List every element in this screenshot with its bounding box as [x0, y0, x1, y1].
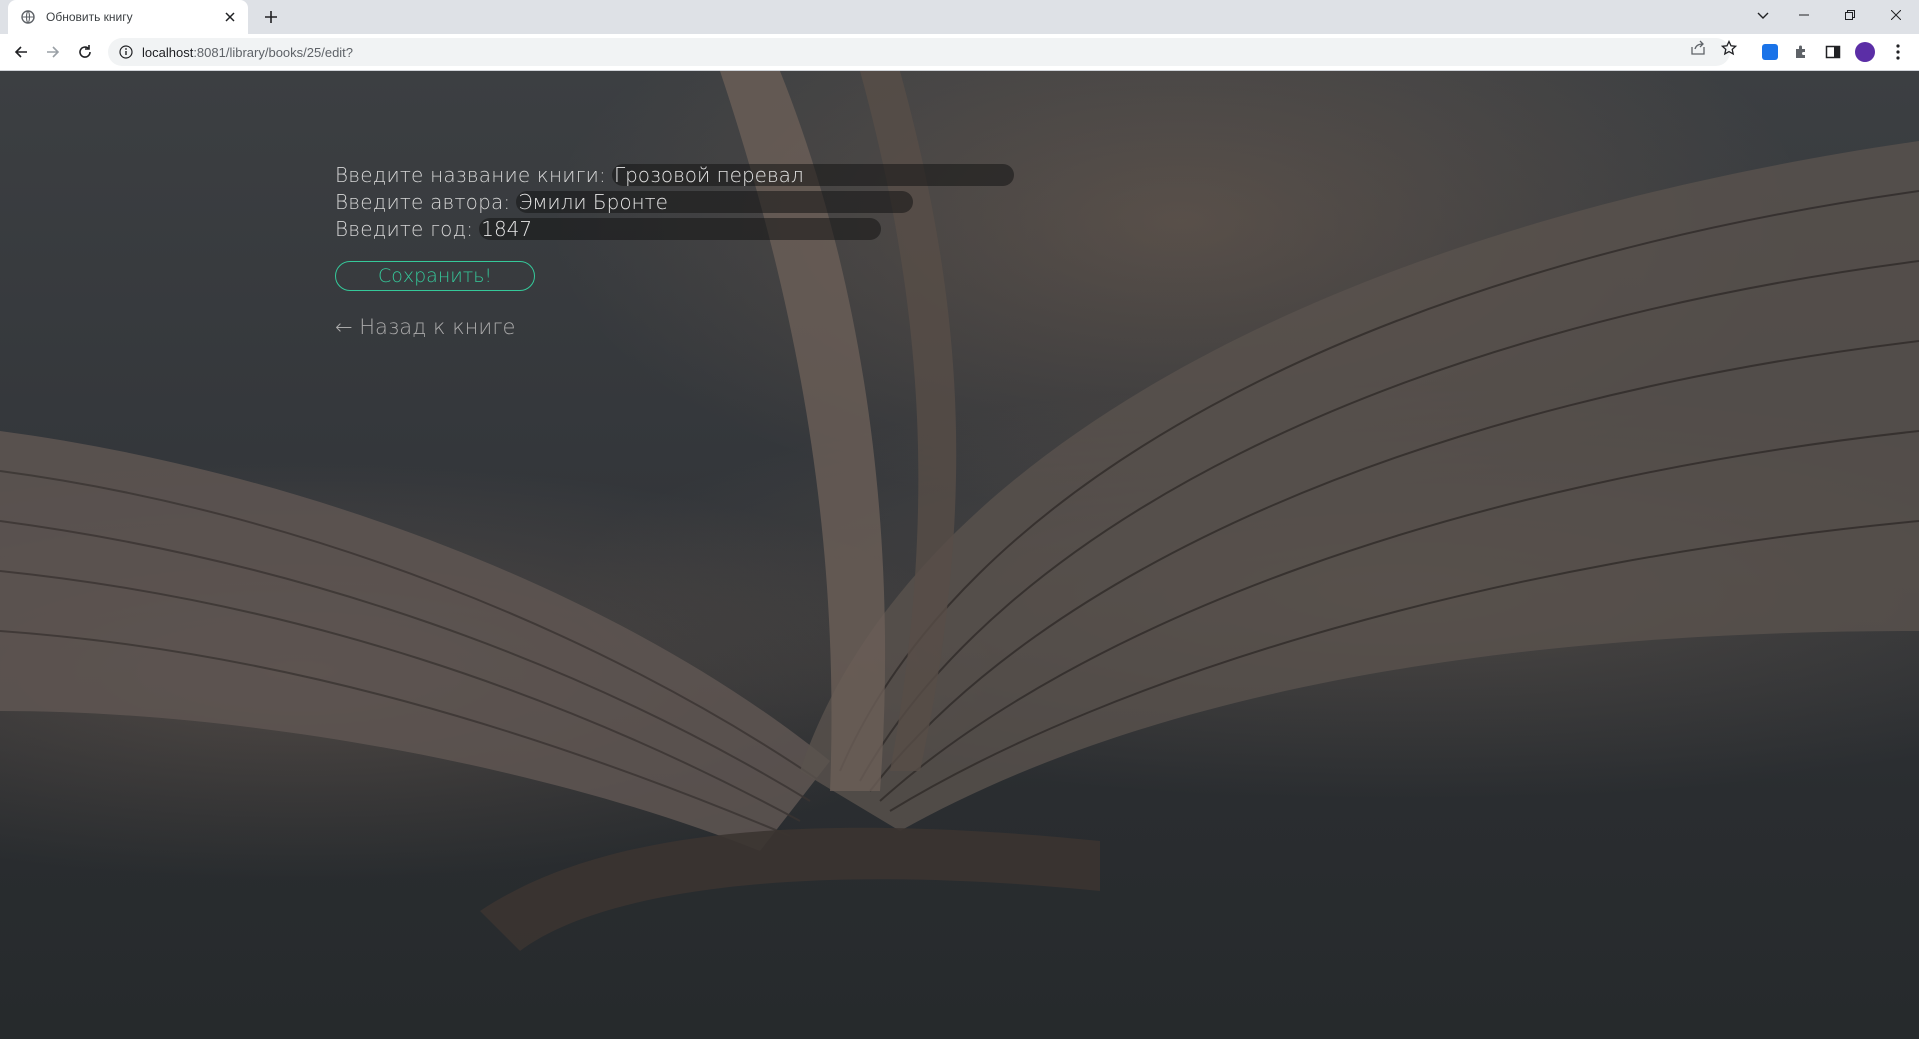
save-button[interactable]: Сохранить!	[335, 261, 535, 291]
edit-book-form: Введите название книги: Введите автора: …	[335, 161, 1014, 339]
site-info-icon[interactable]	[118, 44, 134, 60]
author-row: Введите автора:	[335, 188, 1014, 215]
year-label: Введите год:	[335, 216, 474, 241]
browser-tab[interactable]: Обновить книгу	[8, 0, 248, 34]
author-input[interactable]	[516, 190, 914, 213]
browser-toolbar: localhost:8081/library/books/25/edit?	[0, 34, 1919, 71]
address-bar[interactable]: localhost:8081/library/books/25/edit?	[108, 38, 1730, 66]
share-icon[interactable]	[1690, 40, 1706, 56]
year-input[interactable]	[479, 217, 882, 240]
close-tab-icon[interactable]	[222, 9, 238, 25]
page-background: Введите название книги: Введите автора: …	[0, 71, 1919, 1039]
browser-menu-icon[interactable]	[1888, 42, 1908, 62]
extension-k-icon[interactable]	[1760, 42, 1780, 62]
minimize-icon[interactable]	[1781, 0, 1827, 30]
url-path: :8081/library/books/25/edit?	[193, 44, 354, 60]
browser-tab-bar: Обновить книгу	[0, 0, 1919, 34]
side-panel-icon[interactable]	[1823, 42, 1843, 62]
author-label: Введите автора:	[335, 189, 511, 214]
title-row: Введите название книги:	[335, 161, 1014, 188]
close-window-icon[interactable]	[1873, 0, 1919, 30]
bookmark-star-icon[interactable]	[1721, 40, 1737, 56]
globe-icon	[20, 9, 36, 25]
year-row: Введите год:	[335, 215, 1014, 242]
title-input[interactable]	[611, 163, 1014, 186]
forward-arrow-icon[interactable]	[41, 40, 65, 64]
tab-search-chevron-icon[interactable]	[1749, 4, 1777, 28]
title-label: Введите название книги:	[335, 162, 606, 187]
profile-avatar[interactable]	[1855, 42, 1875, 62]
back-to-book-link[interactable]: ← Назад к книге	[335, 315, 1014, 339]
extensions-puzzle-icon[interactable]	[1791, 42, 1811, 62]
url-text: localhost:8081/library/books/25/edit?	[142, 45, 353, 60]
url-host: localhost	[142, 44, 194, 60]
new-tab-icon[interactable]	[260, 6, 282, 28]
back-arrow-icon[interactable]	[9, 40, 33, 64]
window-controls	[1781, 0, 1919, 30]
restore-icon[interactable]	[1827, 0, 1873, 30]
tab-title: Обновить книгу	[46, 10, 133, 24]
reload-icon[interactable]	[73, 40, 97, 64]
